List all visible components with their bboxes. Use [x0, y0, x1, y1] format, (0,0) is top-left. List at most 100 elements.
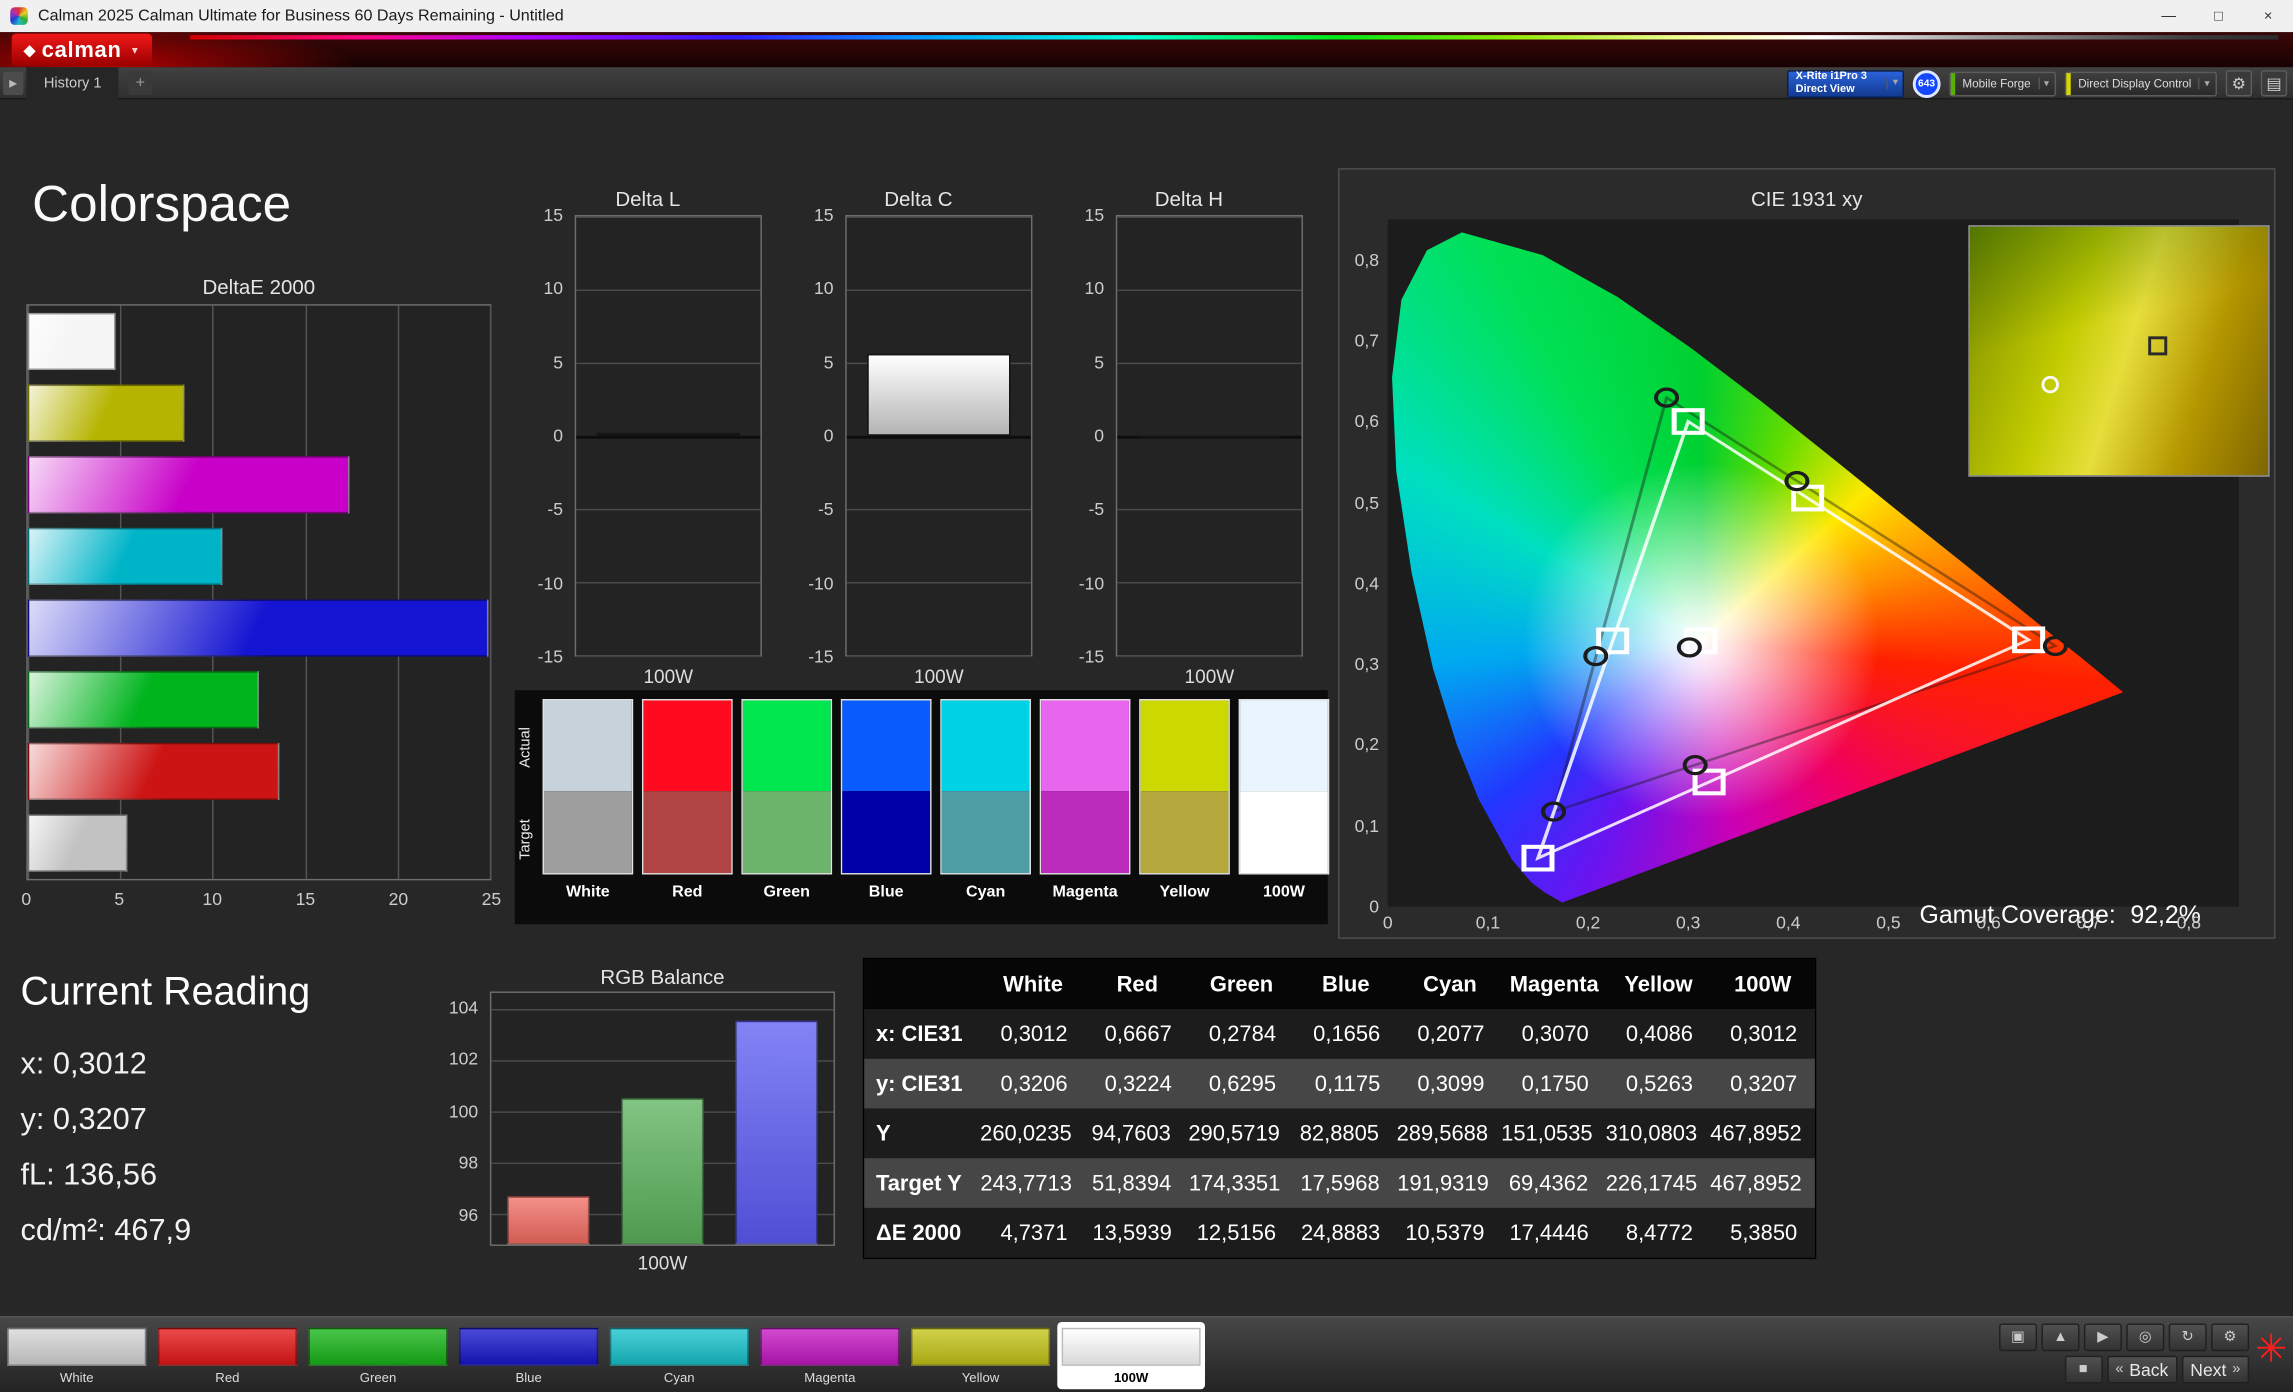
table-cell: 0,5263 — [1606, 1071, 1710, 1096]
row-label: Target Y — [864, 1171, 980, 1196]
calman-logo[interactable]: ◆ calman ▾ — [12, 34, 153, 66]
search-button[interactable]: ◎ — [2126, 1323, 2164, 1351]
patch-label: Yellow — [911, 1370, 1050, 1385]
y-tick-label: 15 — [1085, 205, 1105, 225]
row-label: y: CIE31 — [864, 1071, 981, 1096]
swatch-column-green: Green — [741, 699, 832, 901]
table-cell: 0,3012 — [981, 1021, 1085, 1046]
tab-history-1[interactable]: History 1 — [26, 67, 119, 99]
cie-x-tick: 0,1 — [1476, 913, 1500, 933]
history-nav-button[interactable]: ▶ — [3, 72, 23, 95]
patch-label: Green — [309, 1370, 448, 1385]
table-cell: 0,4086 — [1606, 1021, 1710, 1046]
target-swatch — [1041, 791, 1129, 873]
gridline — [1117, 582, 1301, 583]
settings-button[interactable]: ⚙ — [2211, 1323, 2249, 1351]
delta-bar — [867, 354, 1011, 436]
table-cell: 94,7603 — [1085, 1121, 1189, 1146]
delta-c-plot — [845, 215, 1032, 657]
table-cell: 0,3070 — [1502, 1021, 1606, 1046]
cie-y-tick: 0,5 — [1355, 492, 1379, 512]
table-cell: 0,3207 — [1711, 1071, 1815, 1096]
stop-icon: ■ — [2079, 1361, 2088, 1377]
table-row: Target Y243,771351,8394174,335117,596819… — [864, 1158, 1815, 1208]
maximize-button[interactable]: □ — [2194, 0, 2244, 32]
color-patch-100w[interactable]: 100W — [1057, 1322, 1205, 1389]
column-header: 100W — [1711, 972, 1815, 997]
y-tick-label: 10 — [1085, 278, 1105, 298]
brand-bar: ◆ calman ▾ — [0, 32, 2293, 67]
deltae-bar-green — [28, 671, 259, 729]
transport-top-row: ▣▲ ▶ ◎↻⚙ — [1999, 1323, 2249, 1351]
cie-y-tick: 0,8 — [1355, 250, 1379, 270]
y-tick-label: 15 — [814, 205, 834, 225]
y-tick-label: 5 — [1094, 352, 1104, 372]
refresh-button[interactable]: ↻ — [2169, 1323, 2207, 1351]
color-patch-magenta[interactable]: Magenta — [756, 1322, 904, 1389]
table-cell: 0,3012 — [1711, 1021, 1815, 1046]
table-cell: 5,3850 — [1711, 1220, 1815, 1245]
swatch-label: Green — [741, 883, 832, 901]
add-tab-button[interactable]: + — [129, 72, 152, 95]
swatch-pair — [1239, 699, 1330, 874]
rgb-ylabels: 1041021009896 — [440, 991, 484, 1245]
data-table: WhiteRedGreenBlueCyanMagentaYellow100Wx:… — [863, 958, 1816, 1259]
close-button[interactable]: × — [2243, 0, 2293, 32]
app-icon — [10, 7, 28, 25]
delta-h-title: Delta H — [1069, 187, 1309, 210]
column-header: White — [981, 972, 1085, 997]
swatch-pair — [741, 699, 832, 874]
app-window: Calman 2025 Calman Ultimate for Business… — [0, 0, 2293, 1392]
settings-button[interactable]: ⚙ — [2226, 70, 2252, 96]
panel-icon: ▤ — [2266, 74, 2281, 93]
workspace-button[interactable]: ▤ — [2261, 70, 2287, 96]
gridline — [576, 655, 760, 656]
toolbar: ▶ History 1 + X-Rite i1Pro 3 Direct View… — [0, 67, 2293, 99]
y-tick-label: 102 — [449, 1049, 478, 1069]
back-button[interactable]: « Back — [2107, 1356, 2178, 1384]
table-cell: 13,5939 — [1085, 1220, 1189, 1245]
rgb-xlabel: 100W — [490, 1252, 835, 1274]
display-control-button[interactable]: Direct Display Control ▾ — [2065, 71, 2217, 96]
color-patch-blue[interactable]: Blue — [455, 1322, 603, 1389]
cie-x-tick: 0,4 — [1776, 913, 1800, 933]
minimize-button[interactable]: — — [2144, 0, 2194, 32]
next-button[interactable]: Next » — [2181, 1356, 2249, 1384]
eject-button[interactable]: ▲ — [2041, 1323, 2079, 1351]
target-row-label: Target — [518, 798, 540, 880]
play-button[interactable]: ▶ — [2084, 1323, 2122, 1351]
cie-y-tick: 0,1 — [1355, 816, 1379, 836]
color-patch-white[interactable]: White — [3, 1322, 151, 1389]
source-button[interactable]: Mobile Forge ▾ — [1949, 71, 2056, 96]
patch-label: White — [7, 1370, 146, 1385]
swatch-column-blue: Blue — [841, 699, 932, 901]
table-cell: 289,5688 — [1397, 1121, 1502, 1146]
table-cell: 24,8883 — [1294, 1220, 1398, 1245]
play-icon: ▶ — [2097, 1329, 2108, 1345]
cie-x-tick: 0,5 — [1876, 913, 1900, 933]
y-tick-label: 0 — [824, 426, 834, 446]
color-patch-green[interactable]: Green — [304, 1322, 452, 1389]
deltae-plot — [26, 304, 491, 880]
gridline — [847, 436, 1031, 439]
stop-button[interactable]: ■ — [2064, 1356, 2102, 1384]
cie-y-tick: 0 — [1369, 896, 1379, 916]
swatch-columns: WhiteRedGreenBlueCyanMagentaYellow100W — [543, 699, 1330, 901]
gridline — [576, 582, 760, 583]
table-row: ΔE 20004,737113,593912,515624,888310,537… — [864, 1208, 1815, 1258]
deltae-bar-yellow — [28, 384, 185, 442]
y-tick-label: -5 — [547, 499, 563, 519]
color-patch-yellow[interactable]: Yellow — [907, 1322, 1055, 1389]
reading-cdm2: cd/m²: 467,9 — [20, 1214, 191, 1249]
monitor-button[interactable]: ▣ — [1999, 1323, 2037, 1351]
meter-button[interactable]: X-Rite i1Pro 3 Direct View ▾ — [1787, 69, 1904, 97]
table-cell: 0,1175 — [1294, 1071, 1398, 1096]
color-patch-red[interactable]: Red — [154, 1322, 302, 1389]
forward-icon: » — [2232, 1361, 2240, 1377]
actual-swatch — [1141, 700, 1229, 791]
column-header: Yellow — [1606, 972, 1710, 997]
deltae-xlabels: 0510152025 — [26, 889, 491, 909]
reading-x: x: 0,3012 — [20, 1047, 146, 1082]
gridline — [847, 290, 1031, 291]
color-patch-cyan[interactable]: Cyan — [605, 1322, 753, 1389]
